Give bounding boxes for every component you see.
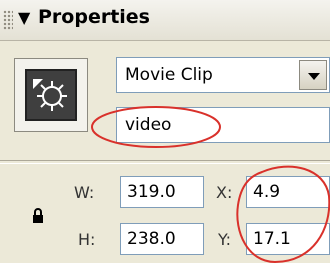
width-value: 319.0 bbox=[127, 182, 176, 202]
height-value: 238.0 bbox=[127, 229, 176, 249]
collapse-triangle-icon[interactable]: ▼ bbox=[18, 8, 30, 27]
width-field[interactable]: 319.0 bbox=[120, 176, 204, 208]
height-label: H: bbox=[78, 230, 96, 249]
properties-title-bar[interactable]: ▼ Properties bbox=[0, 0, 330, 41]
y-label: Y: bbox=[218, 230, 232, 249]
movie-clip-symbol-icon bbox=[14, 58, 88, 132]
height-field[interactable]: 238.0 bbox=[120, 223, 204, 255]
x-value: 4.9 bbox=[253, 182, 281, 202]
symbol-type-value: Movie Clip bbox=[125, 65, 213, 85]
x-label: X: bbox=[216, 183, 233, 202]
lock-icon[interactable] bbox=[32, 208, 44, 224]
y-field[interactable]: 17.1 bbox=[246, 223, 330, 255]
section-divider bbox=[0, 160, 330, 164]
instance-name-input[interactable]: video bbox=[116, 107, 330, 143]
instance-name-value: video bbox=[125, 115, 172, 135]
y-value: 17.1 bbox=[253, 229, 291, 249]
chevron-down-icon bbox=[308, 73, 320, 80]
drag-grip-icon[interactable] bbox=[3, 10, 13, 30]
dropdown-button[interactable] bbox=[299, 60, 327, 90]
panel-title: Properties bbox=[38, 6, 150, 28]
symbol-type-select[interactable]: Movie Clip bbox=[116, 57, 330, 93]
x-field[interactable]: 4.9 bbox=[246, 176, 330, 208]
width-label: W: bbox=[74, 183, 95, 202]
